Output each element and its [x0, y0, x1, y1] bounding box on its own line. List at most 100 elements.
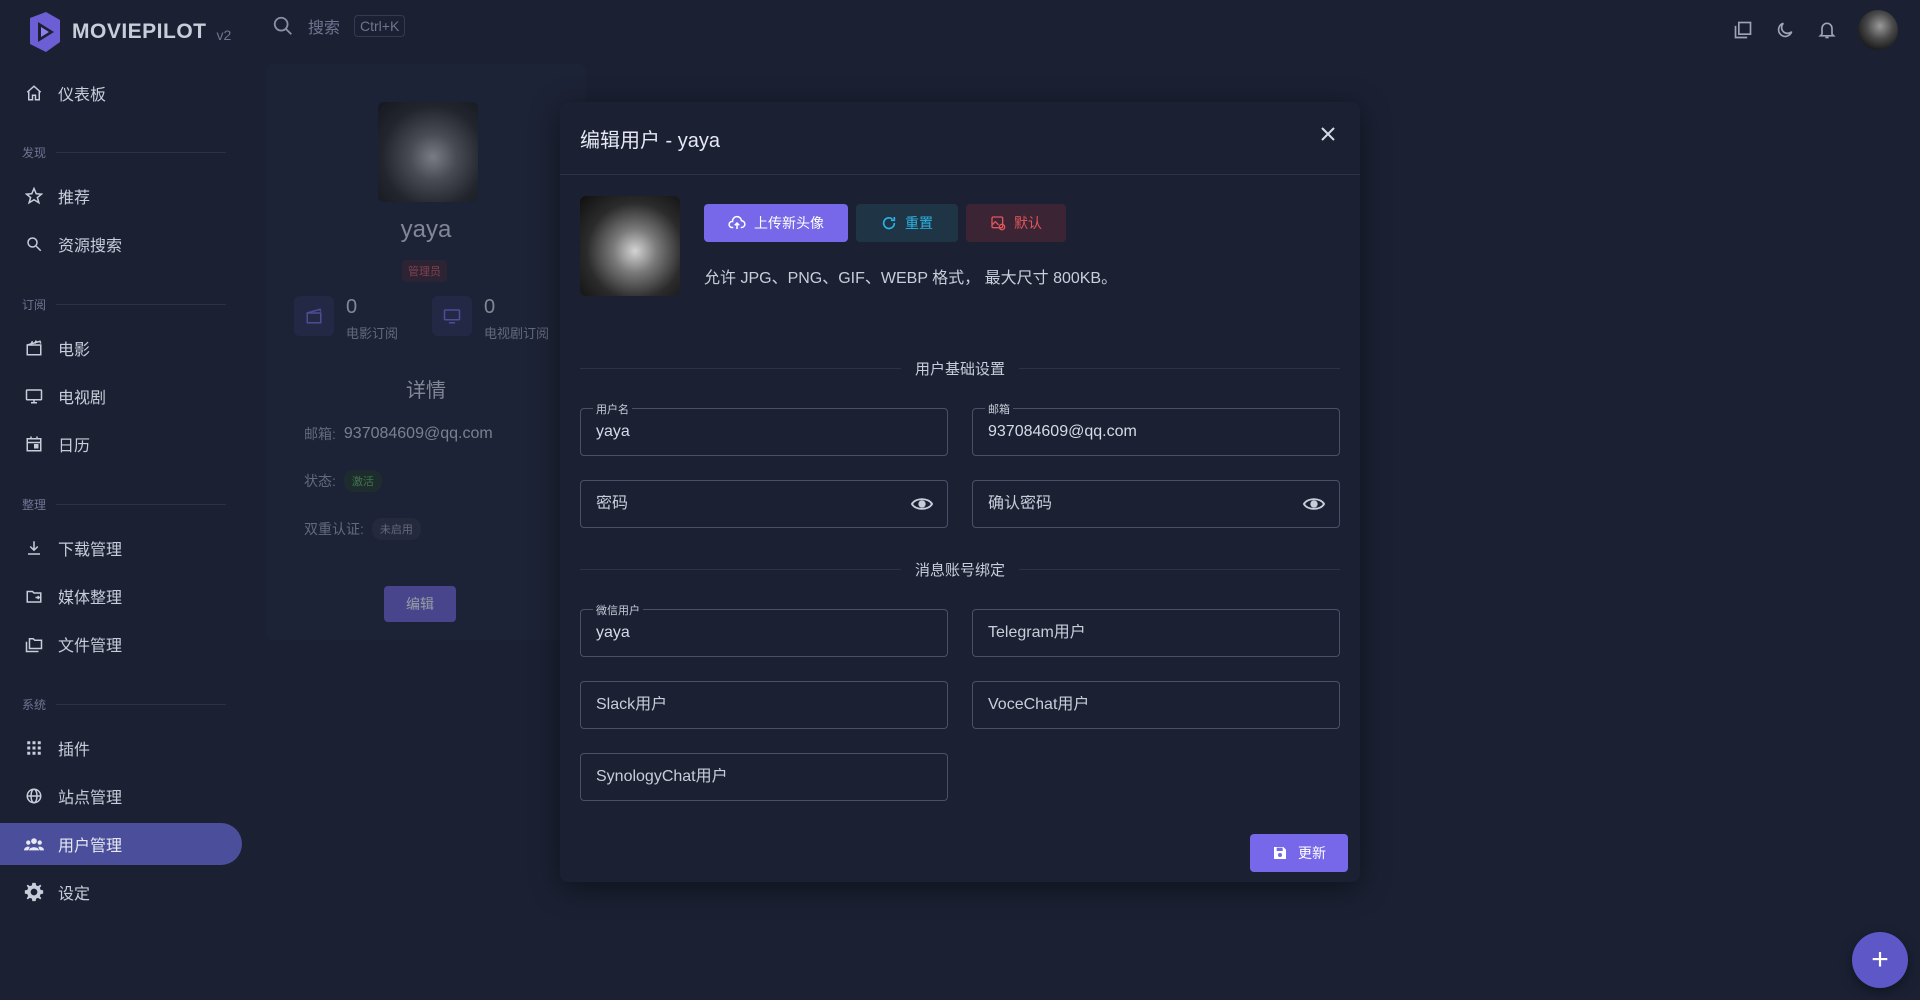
sidebar-item-download[interactable]: 下载管理	[0, 527, 242, 569]
section-label: 发现	[22, 146, 47, 160]
synologychat-field[interactable]	[580, 753, 948, 801]
app-logo[interactable]: MOVIEPILOT v2	[26, 12, 231, 52]
synologychat-input[interactable]	[596, 768, 933, 786]
password-field[interactable]	[580, 480, 948, 528]
plus-icon: +	[1871, 943, 1889, 976]
folder-move-icon	[24, 586, 44, 606]
calendar-icon	[24, 434, 44, 454]
status-row: 状态: 激活	[304, 470, 382, 492]
sidebar-item-label: 下载管理	[58, 542, 123, 559]
slack-field[interactable]	[580, 681, 948, 729]
sidebar-item-label: 媒体整理	[58, 590, 123, 607]
sidebar-item-sites[interactable]: 站点管理	[0, 775, 242, 817]
cloud-upload-icon	[728, 215, 746, 229]
section-label: 订阅	[22, 298, 47, 312]
reset-button[interactable]: 重置	[856, 204, 958, 242]
default-avatar-button[interactable]: 默认	[966, 204, 1066, 242]
basic-settings-section: 用户基础设置	[580, 358, 1341, 379]
search-shortcut: Ctrl+K	[354, 15, 406, 37]
password-input[interactable]	[596, 495, 911, 513]
twofa-badge: 未启用	[371, 518, 421, 540]
email-row: 邮箱: 937084609@qq.com	[304, 424, 493, 444]
close-icon	[1321, 127, 1335, 141]
sidebar-item-settings[interactable]: 设定	[0, 871, 242, 913]
theme-moon-icon[interactable]	[1774, 19, 1796, 41]
sidebar-item-label: 仪表板	[58, 87, 107, 104]
username-input[interactable]	[596, 423, 933, 441]
role-badge: 管理员	[402, 260, 447, 282]
sidebar-item-resource-search[interactable]: 资源搜索	[0, 223, 242, 265]
gear-icon	[24, 882, 44, 902]
slack-input[interactable]	[596, 696, 933, 714]
email-field[interactable]: 邮箱	[972, 401, 1340, 456]
email-input[interactable]	[988, 423, 1325, 441]
vocechat-input[interactable]	[988, 696, 1325, 714]
tv-subs-count: 0	[484, 296, 496, 318]
section-system: 系统	[22, 696, 226, 713]
divider	[56, 704, 226, 705]
sidebar-item-users[interactable]: 用户管理	[0, 823, 242, 865]
divider	[580, 368, 901, 369]
eye-icon[interactable]	[911, 493, 933, 515]
sidebar: MOVIEPILOT v2 仪表板 发现 推荐 资源搜索 订阅 电影 电视剧 日…	[0, 0, 260, 1000]
confirm-password-input[interactable]	[988, 495, 1303, 513]
profile-card: yaya 管理员 0 电影订阅 0 电视剧订阅 详情 邮箱: 937084609…	[266, 64, 586, 640]
wechat-input[interactable]	[596, 624, 933, 642]
folders-icon	[24, 634, 44, 654]
wechat-field[interactable]: 微信用户	[580, 602, 948, 657]
save-icon	[1274, 847, 1286, 859]
add-fab-button[interactable]: +	[1852, 932, 1908, 988]
sidebar-item-label: 资源搜索	[58, 238, 123, 255]
logo-icon	[30, 12, 60, 52]
bell-icon[interactable]	[1816, 19, 1838, 41]
sidebar-item-tv[interactable]: 电视剧	[0, 375, 242, 417]
sidebar-item-plugins[interactable]: 插件	[0, 727, 242, 769]
divider	[56, 504, 226, 505]
close-button[interactable]	[1316, 122, 1340, 146]
eye-icon[interactable]	[1303, 493, 1325, 515]
sidebar-item-label: 插件	[58, 742, 91, 759]
twofa-row: 双重认证: 未启用	[304, 518, 421, 540]
download-icon	[24, 538, 44, 558]
tv-subs-label: 电视剧订阅	[484, 326, 550, 341]
telegram-input[interactable]	[988, 624, 1325, 642]
reset-label: 重置	[905, 215, 933, 231]
status-label: 状态:	[304, 473, 336, 489]
sidebar-item-file-manage[interactable]: 文件管理	[0, 623, 242, 665]
grid-icon	[24, 738, 44, 758]
telegram-field[interactable]	[972, 609, 1340, 657]
update-button[interactable]: 更新	[1250, 834, 1348, 872]
sidebar-item-media-organize[interactable]: 媒体整理	[0, 575, 242, 617]
edit-user-dialog: 编辑用户 - yaya 上传新头像 重置 默认 允许 JPG、PNG、GIF、W…	[560, 102, 1360, 882]
profile-avatar	[378, 102, 478, 202]
sidebar-item-calendar[interactable]: 日历	[0, 423, 242, 465]
users-icon	[24, 834, 44, 854]
app-version: v2	[216, 27, 232, 43]
field-label: 用户名	[593, 401, 632, 417]
upload-avatar-button[interactable]: 上传新头像	[704, 204, 848, 242]
sidebar-item-label: 日历	[58, 438, 91, 455]
sidebar-item-label: 推荐	[58, 190, 91, 207]
update-label: 更新	[1298, 845, 1326, 861]
user-avatar[interactable]	[1858, 10, 1898, 50]
sidebar-item-recommend[interactable]: 推荐	[0, 175, 242, 217]
edit-button[interactable]: 编辑	[384, 586, 456, 622]
vocechat-field[interactable]	[972, 681, 1340, 729]
sidebar-item-label: 电视剧	[58, 390, 107, 407]
movie-subs-label: 电影订阅	[346, 326, 399, 341]
tv-icon	[24, 386, 44, 406]
movie-subs-count: 0	[346, 296, 358, 318]
avatar-preview	[580, 196, 680, 296]
copy-icon[interactable]	[1732, 19, 1754, 41]
username-field[interactable]: 用户名	[580, 401, 948, 456]
sidebar-item-movies[interactable]: 电影	[0, 327, 242, 369]
clapperboard-icon	[294, 296, 334, 336]
sidebar-item-dashboard[interactable]: 仪表板	[0, 72, 242, 114]
confirm-password-field[interactable]	[972, 480, 1340, 528]
section-title: 消息账号绑定	[915, 562, 1006, 579]
sidebar-item-label: 站点管理	[58, 790, 123, 807]
section-label: 整理	[22, 498, 47, 512]
sidebar-item-label: 用户管理	[58, 838, 123, 855]
search-bar[interactable]: 搜索 Ctrl+K	[272, 14, 406, 38]
section-subscribe: 订阅	[22, 296, 226, 313]
